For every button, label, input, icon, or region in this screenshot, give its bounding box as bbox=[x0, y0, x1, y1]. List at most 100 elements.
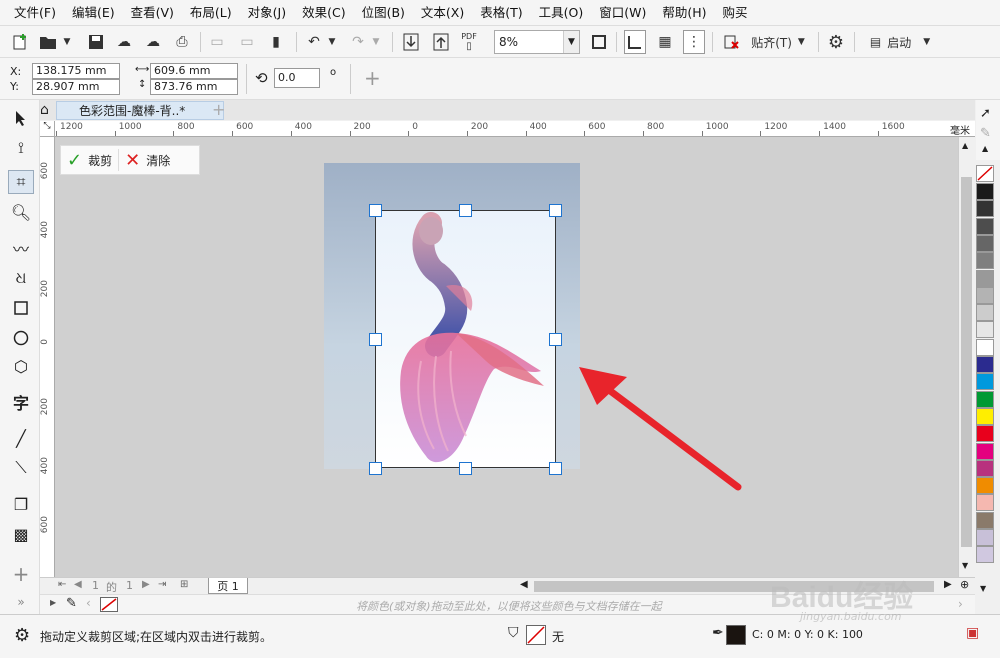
menu-item[interactable]: 效果(C) bbox=[294, 0, 353, 26]
rectangle-tool-icon[interactable] bbox=[8, 296, 34, 320]
scroll-up-icon[interactable]: ▲ bbox=[962, 141, 968, 150]
undo-dropdown-icon[interactable]: ▼ bbox=[326, 30, 338, 54]
right-pencil-icon[interactable]: ✎ bbox=[980, 126, 991, 141]
pick-tool-icon[interactable] bbox=[8, 106, 34, 130]
crop-handle-top[interactable] bbox=[459, 204, 472, 217]
fill-none-swatch[interactable] bbox=[526, 625, 546, 645]
welcome-home-icon[interactable]: ⌂ bbox=[40, 102, 49, 118]
menu-item[interactable]: 编辑(E) bbox=[64, 0, 123, 26]
menu-item[interactable]: 布局(L) bbox=[182, 0, 240, 26]
zoom-level-select[interactable]: 8% ▼ bbox=[494, 30, 580, 54]
toolbox-more-icon[interactable]: » bbox=[8, 590, 34, 614]
open-folder-icon[interactable] bbox=[38, 30, 58, 54]
color-swatch[interactable] bbox=[976, 304, 994, 322]
color-proof-icon[interactable]: ▣ bbox=[966, 625, 979, 641]
snap-off-icon[interactable] bbox=[720, 30, 742, 54]
color-swatch[interactable] bbox=[976, 286, 994, 304]
add-preset-icon[interactable]: + bbox=[364, 66, 381, 90]
print-icon[interactable]: ⎙ bbox=[172, 30, 192, 54]
color-swatch[interactable] bbox=[976, 459, 994, 477]
show-grid-icon[interactable]: ▦ bbox=[654, 30, 676, 54]
rotation-field[interactable]: 0.0 bbox=[274, 68, 320, 88]
crop-handle-left[interactable] bbox=[369, 333, 382, 346]
width-field[interactable]: 609.6 mm bbox=[150, 63, 238, 79]
paste-icon[interactable]: ▮ bbox=[266, 30, 286, 54]
menu-item[interactable]: 表格(T) bbox=[472, 0, 530, 26]
parallel-dimension-icon[interactable]: ╱ bbox=[8, 426, 34, 450]
page-last-icon[interactable]: ⇥ bbox=[158, 579, 166, 590]
outline-color-swatch[interactable] bbox=[726, 625, 746, 645]
status-settings-gear-icon[interactable]: ⚙ bbox=[14, 625, 30, 646]
color-swatch[interactable] bbox=[976, 183, 994, 200]
right-pick-icon[interactable]: ➚ bbox=[980, 106, 991, 121]
redo-dropdown-icon[interactable]: ▼ bbox=[370, 30, 382, 54]
color-swatch[interactable] bbox=[976, 234, 994, 252]
full-screen-icon[interactable] bbox=[588, 30, 610, 54]
color-swatch[interactable] bbox=[976, 373, 994, 391]
menu-item[interactable]: 工具(O) bbox=[531, 0, 592, 26]
menu-item[interactable]: 窗口(W) bbox=[591, 0, 654, 26]
launch-button[interactable]: ▤ 启动 ▼ bbox=[862, 30, 938, 54]
crop-handle-top-left[interactable] bbox=[369, 204, 382, 217]
page-next-icon[interactable]: ▶ bbox=[142, 579, 150, 590]
page-first-icon[interactable]: ⇤ bbox=[58, 579, 66, 590]
artistic-media-icon[interactable]: ଧ bbox=[8, 266, 34, 290]
menu-item[interactable]: 购买 bbox=[715, 0, 756, 26]
eyedropper-icon[interactable]: ✎ bbox=[66, 596, 77, 611]
crop-handle-bottom-left[interactable] bbox=[369, 462, 382, 475]
undo-icon[interactable]: ↶ bbox=[304, 30, 324, 54]
crop-handle-top-right[interactable] bbox=[549, 204, 562, 217]
page-prev-icon[interactable]: ◀ bbox=[74, 579, 82, 590]
document-tab[interactable]: 色彩范围-魔棒-背..* bbox=[56, 101, 224, 120]
color-swatch[interactable] bbox=[976, 321, 994, 339]
y-position-field[interactable]: 28.907 mm bbox=[32, 79, 120, 95]
crop-handle-bottom-right[interactable] bbox=[549, 462, 562, 475]
crop-clear-button[interactable]: ✕ 清除 bbox=[119, 150, 176, 171]
menu-item[interactable]: 对象(J) bbox=[240, 0, 294, 26]
no-color-swatch[interactable] bbox=[976, 165, 994, 182]
x-position-field[interactable]: 138.175 mm bbox=[32, 63, 120, 79]
color-swatch[interactable] bbox=[976, 217, 994, 235]
crop-handle-right[interactable] bbox=[549, 333, 562, 346]
copy-icon[interactable]: ▭ bbox=[237, 30, 257, 54]
crop-handle-bottom[interactable] bbox=[459, 462, 472, 475]
menu-item[interactable]: 位图(B) bbox=[354, 0, 413, 26]
drawing-canvas[interactable]: ✓ 裁剪 ✕ 清除 bbox=[55, 137, 958, 577]
color-swatch[interactable] bbox=[976, 442, 994, 460]
doc-no-color-swatch[interactable] bbox=[100, 597, 118, 612]
scroll-left-icon[interactable]: ◀ bbox=[520, 579, 528, 590]
polygon-tool-icon[interactable]: ⬡ bbox=[8, 354, 34, 378]
color-swatch[interactable] bbox=[976, 477, 994, 495]
crop-apply-button[interactable]: ✓ 裁剪 bbox=[61, 150, 118, 171]
open-dropdown-icon[interactable]: ▼ bbox=[60, 30, 74, 54]
menu-item[interactable]: 文件(F) bbox=[6, 0, 64, 26]
height-field[interactable]: 873.76 mm bbox=[150, 79, 238, 95]
import-icon[interactable] bbox=[400, 30, 422, 54]
new-document-icon[interactable] bbox=[8, 30, 32, 54]
menu-item[interactable]: 文本(X) bbox=[413, 0, 472, 26]
show-guidelines-icon[interactable]: ⋮ bbox=[683, 30, 705, 54]
color-swatch[interactable] bbox=[976, 511, 994, 529]
page-1-tab[interactable]: 页 1 bbox=[208, 578, 248, 594]
connector-tool-icon[interactable]: ⟍ bbox=[8, 456, 34, 480]
quick-customize-icon[interactable]: + bbox=[8, 562, 34, 586]
show-rulers-icon[interactable] bbox=[624, 30, 646, 54]
palette-scroll-up-icon[interactable]: ▲ bbox=[982, 144, 988, 153]
vertical-scrollbar[interactable]: ▲ ▼ bbox=[958, 137, 974, 577]
redo-icon[interactable]: ↷ bbox=[348, 30, 368, 54]
snap-to-button[interactable]: 贴齐(T) ▼ bbox=[748, 30, 808, 54]
color-swatch[interactable] bbox=[976, 546, 994, 564]
publish-pdf-button[interactable]: PDF ▯ bbox=[458, 30, 480, 54]
zoom-tool-icon[interactable]: 🔍︎ bbox=[8, 200, 34, 224]
drop-shadow-icon[interactable]: ❐ bbox=[8, 492, 34, 516]
color-swatch[interactable] bbox=[976, 356, 994, 373]
color-swatch[interactable] bbox=[976, 390, 994, 408]
color-swatch[interactable] bbox=[976, 425, 994, 443]
color-swatch[interactable] bbox=[976, 529, 994, 546]
transparency-tool-icon[interactable]: ▩ bbox=[8, 522, 34, 546]
cut-icon[interactable]: ▭ bbox=[207, 30, 227, 54]
add-page-icon[interactable]: ⊞ bbox=[180, 579, 188, 590]
color-swatch[interactable] bbox=[976, 407, 994, 425]
crop-tool-icon[interactable]: ⌗ bbox=[8, 170, 34, 194]
export-icon[interactable] bbox=[430, 30, 452, 54]
